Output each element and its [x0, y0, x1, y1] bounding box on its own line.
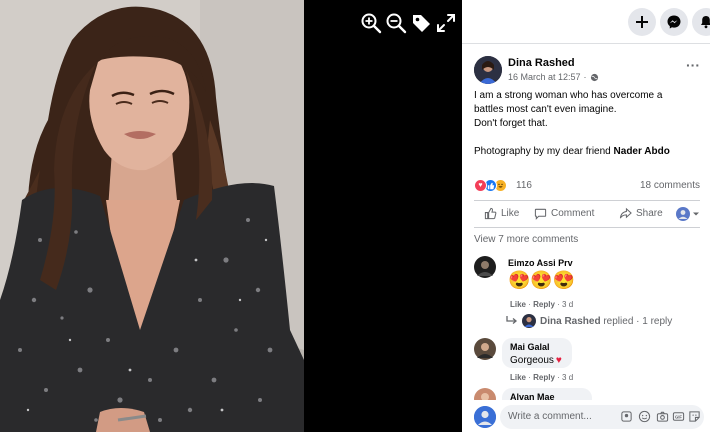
more-options-button[interactable]: ··· — [686, 58, 700, 72]
reply-summary-text: replied · 1 reply — [600, 315, 673, 327]
comment-button[interactable]: Comment — [534, 207, 594, 220]
share-button[interactable]: Share — [619, 207, 663, 220]
comment-reply-link[interactable]: Reply — [533, 300, 555, 309]
comment-placeholder: Write a comment... — [508, 411, 592, 422]
comment-bubble: Eimzo Assi Prv 😍😍😍 — [502, 256, 598, 296]
comment-like-link[interactable]: Like — [510, 373, 526, 382]
composer-avatar — [474, 406, 496, 428]
reply-arrow-icon — [506, 316, 518, 324]
svg-text:GIF: GIF — [675, 415, 682, 420]
react-as-selector[interactable] — [676, 207, 700, 221]
profile-avatar-icon — [676, 207, 690, 221]
emoji-icon[interactable] — [638, 410, 651, 423]
comment-label: Comment — [551, 208, 595, 219]
commenter-avatar[interactable] — [474, 338, 496, 360]
post-photo[interactable] — [0, 0, 304, 432]
sticker-icon[interactable] — [688, 410, 701, 423]
tag-icon[interactable] — [410, 12, 432, 34]
comment-bubble: Mai Galal Gorgeous ♥ — [502, 338, 572, 368]
post-actions: Like Comment Share — [474, 200, 700, 228]
comment-composer: Write a comment... GIF — [462, 400, 710, 432]
commenter-name[interactable]: Mai Galal — [510, 342, 564, 352]
post-text: I am a strong woman who has overcome a b… — [474, 89, 700, 159]
comment-item: Eimzo Assi Prv 😍😍😍 Like · Reply · 3 d — [474, 256, 700, 316]
plus-icon — [636, 16, 648, 28]
post-text-line: Don't forget that. — [474, 118, 548, 129]
commenter-name[interactable]: Eimzo Assi Prv — [508, 258, 592, 268]
top-bar — [462, 0, 710, 44]
author-name[interactable]: Dina Rashed — [508, 57, 575, 69]
replier-name: Dina Rashed — [540, 315, 601, 327]
commenter-avatar[interactable] — [474, 256, 496, 278]
like-label: Like — [501, 208, 520, 219]
notifications-button[interactable] — [692, 8, 710, 36]
comment-like-link[interactable]: Like — [510, 300, 526, 309]
facebook-photo-viewer: Dina Rashed 16 March at 12:57 · ··· I am… — [0, 0, 710, 432]
thumbs-up-icon — [484, 207, 497, 220]
photo-viewer — [0, 0, 462, 432]
comment-icon — [534, 208, 547, 220]
reaction-count[interactable]: 116 — [516, 180, 532, 191]
comment-text: Gorgeous — [510, 355, 554, 366]
post-text-line: battles most can't even imagine. — [474, 104, 617, 115]
gif-icon[interactable]: GIF — [672, 410, 685, 423]
post-panel: Dina Rashed 16 March at 12:57 · ··· I am… — [462, 0, 710, 432]
camera-icon[interactable] — [656, 410, 669, 423]
view-more-comments-link[interactable]: View 7 more comments — [474, 234, 578, 245]
share-label: Share — [636, 208, 663, 219]
post-meta: 16 March at 12:57 · — [508, 72, 599, 82]
comment-actions: Like · Reply · 3 d — [510, 373, 574, 382]
post-date[interactable]: 16 March at 12:57 — [508, 72, 581, 82]
post-credit: Photography by my dear friend Nader Abdo — [474, 145, 700, 159]
comment-text: 😍😍😍 — [508, 270, 576, 290]
author-avatar[interactable] — [474, 56, 502, 84]
comment-text-row: Gorgeous ♥ — [510, 355, 564, 366]
comment-input[interactable]: Write a comment... GIF — [500, 405, 704, 429]
comment-time[interactable]: 3 d — [562, 373, 573, 382]
portrait-image — [0, 0, 304, 432]
messenger-icon — [667, 15, 681, 29]
reply-summary[interactable]: Dina Rashed replied · 1 reply — [506, 314, 672, 328]
credit-name-link[interactable]: Nader Abdo — [614, 146, 670, 157]
comment-actions: Like · Reply · 3 d — [510, 300, 574, 309]
post-header: Dina Rashed 16 March at 12:57 · ··· — [474, 56, 700, 86]
heart-icon: ♥ — [555, 355, 562, 366]
create-button[interactable] — [628, 8, 656, 36]
credit-prefix: Photography by my dear friend — [474, 146, 614, 157]
zoom-out-icon[interactable] — [385, 12, 407, 34]
post-text-line: I am a strong woman who has overcome a — [474, 90, 663, 101]
messenger-button[interactable] — [660, 8, 688, 36]
chevron-down-icon — [693, 212, 699, 216]
love-icon[interactable]: ♥ — [474, 179, 487, 192]
avatar-sticker-icon[interactable] — [620, 410, 633, 423]
comment-item: Mai Galal Gorgeous ♥ Like · Reply · 3 d — [474, 338, 700, 384]
zoom-in-icon[interactable] — [360, 12, 382, 34]
meta-separator: · — [583, 72, 587, 82]
comments-count[interactable]: 18 comments — [640, 180, 700, 191]
comment-time[interactable]: 3 d — [562, 300, 573, 309]
globe-icon — [590, 73, 598, 81]
bell-icon — [701, 16, 710, 29]
reactions-summary: ♥ 116 18 comments — [474, 178, 700, 194]
replier-avatar — [522, 314, 536, 328]
fullscreen-icon[interactable] — [435, 12, 457, 34]
comment-reply-link[interactable]: Reply — [533, 373, 555, 382]
like-button[interactable]: Like — [484, 207, 519, 220]
share-icon — [619, 207, 632, 219]
